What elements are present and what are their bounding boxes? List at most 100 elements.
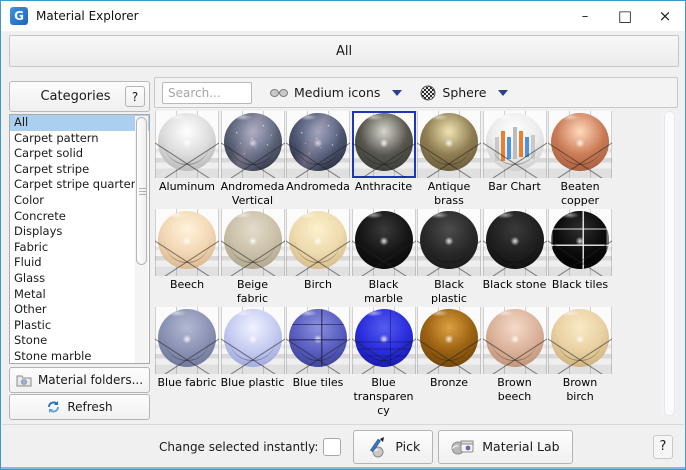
material-cell[interactable]: Blue fabric xyxy=(155,307,219,390)
category-list-item[interactable]: Concrete xyxy=(10,209,149,225)
material-thumbnail xyxy=(220,209,285,276)
materials-toolbar: Medium icons Sphere xyxy=(154,77,678,108)
material-thumbnail xyxy=(351,111,416,178)
material-name: Anthracite xyxy=(354,180,413,193)
close-button[interactable]: × xyxy=(645,1,685,31)
category-list-item[interactable]: Stone xyxy=(10,333,149,349)
material-name: Andromeda xyxy=(286,180,350,193)
material-name: Andromeda Vertical xyxy=(220,180,285,207)
material-thumbnail xyxy=(548,307,612,374)
material-cell[interactable]: Black marble xyxy=(351,209,416,306)
material-cell[interactable]: Antique brass xyxy=(417,111,481,208)
material-thumbnail xyxy=(286,209,350,276)
search-input[interactable] xyxy=(162,81,252,104)
pick-button[interactable]: Pick xyxy=(353,429,434,464)
window-title: Material Explorer xyxy=(36,9,139,23)
pick-label: Pick xyxy=(395,439,421,454)
material-cell[interactable]: Black tiles xyxy=(548,209,612,292)
material-thumbnail xyxy=(155,111,219,178)
material-cell[interactable]: Anthracite xyxy=(351,111,416,194)
material-folders-button[interactable]: Material folders... xyxy=(9,367,150,393)
material-thumbnail xyxy=(482,307,547,374)
footer-bar: Change selected instantly: Pick Material… xyxy=(1,425,685,468)
category-scrollbar-thumb[interactable] xyxy=(135,117,147,265)
category-list-item[interactable]: Plastic xyxy=(10,318,149,334)
material-name: Bar Chart xyxy=(488,180,541,193)
material-thumbnail xyxy=(482,209,547,276)
material-cell[interactable]: Brown beech xyxy=(482,307,547,404)
material-cell[interactable]: Andromeda xyxy=(286,111,350,194)
material-cell[interactable]: Blue transparency xyxy=(351,307,416,418)
material-thumbnail xyxy=(548,111,612,178)
maximize-button[interactable]: □ xyxy=(605,1,645,31)
material-cell[interactable]: Beaten copper xyxy=(548,111,612,208)
material-thumbnail xyxy=(220,307,285,374)
category-list[interactable]: All Carpet pattern Carpet solid Carpet stri… xyxy=(9,114,150,364)
category-list-item[interactable]: All xyxy=(10,115,149,131)
material-cell[interactable]: Black stone xyxy=(482,209,547,292)
material-cell[interactable]: Black plastic xyxy=(417,209,481,306)
material-name: Brown beech xyxy=(497,376,532,403)
glasses-icon xyxy=(270,88,288,97)
material-thumbnail xyxy=(548,209,612,276)
app-logo-icon: G xyxy=(10,7,28,25)
material-cell[interactable]: Beech xyxy=(155,209,219,292)
material-cell[interactable]: Blue tiles xyxy=(286,307,350,390)
material-thumbnail xyxy=(417,307,481,374)
material-cell[interactable]: Brown birch xyxy=(548,307,612,404)
material-cell[interactable]: Blue plastic xyxy=(220,307,285,390)
material-name: Birch xyxy=(304,278,332,291)
preview-shape-dropdown[interactable]: Sphere xyxy=(420,85,509,101)
material-name: Black stone xyxy=(482,278,547,291)
material-cell[interactable]: Aluminum xyxy=(155,111,219,194)
category-list-item[interactable]: Displays xyxy=(10,224,149,240)
category-list-item[interactable]: Carpet stripe xyxy=(10,162,149,178)
icon-size-label: Medium icons xyxy=(294,85,381,100)
materials-scrollbar[interactable] xyxy=(662,111,677,416)
titlebar: G Material Explorer – □ × xyxy=(1,1,685,31)
category-scrollbar[interactable] xyxy=(135,116,148,363)
material-cell[interactable]: Andromeda Vertical xyxy=(220,111,285,208)
category-list-item[interactable]: Color xyxy=(10,193,149,209)
footer-help-button[interactable]: ? xyxy=(653,434,673,459)
material-name: Black tiles xyxy=(551,278,609,291)
category-list-item[interactable]: Fluid xyxy=(10,255,149,271)
current-category-header[interactable]: All xyxy=(9,35,679,67)
materials-grid: Aluminum Andromeda Vertical Andromeda An… xyxy=(155,111,660,418)
materials-scrollbar-thumb[interactable] xyxy=(664,111,675,416)
material-cell[interactable]: Birch xyxy=(286,209,350,292)
instant-change-checkbox[interactable] xyxy=(323,437,342,456)
categories-help-button[interactable]: ? xyxy=(125,86,145,107)
category-list-item[interactable]: Metal xyxy=(10,287,149,303)
folder-icon xyxy=(16,375,32,386)
material-thumbnail xyxy=(155,209,219,276)
icon-size-dropdown[interactable]: Medium icons xyxy=(270,85,403,100)
material-explorer-window: G Material Explorer – □ × All Categories… xyxy=(0,0,686,470)
material-cell[interactable]: Beige fabric xyxy=(220,209,285,306)
category-list-item[interactable]: Carpet stripe quarter xyxy=(10,177,149,193)
chevron-down-icon xyxy=(498,89,509,96)
material-lab-icon xyxy=(451,440,474,454)
category-list-item[interactable]: Carpet solid xyxy=(10,146,149,162)
refresh-button[interactable]: Refresh xyxy=(9,394,150,420)
eyedropper-icon xyxy=(370,436,385,457)
material-lab-button[interactable]: Material Lab xyxy=(438,429,573,464)
category-list-item[interactable]: Other xyxy=(10,302,149,318)
category-list-item[interactable]: Glass xyxy=(10,271,149,287)
category-list-item[interactable]: Stone marble xyxy=(10,349,149,363)
material-name: Antique brass xyxy=(427,180,471,207)
material-cell[interactable]: Bar Chart xyxy=(482,111,547,194)
material-thumbnail xyxy=(286,307,350,374)
minimize-button[interactable]: – xyxy=(565,1,605,31)
category-list-item[interactable]: Fabric xyxy=(10,240,149,256)
categories-header: Categories ? xyxy=(9,81,150,112)
material-lab-label: Material Lab xyxy=(482,439,560,454)
category-list-item[interactable]: Carpet pattern xyxy=(10,131,149,147)
material-thumbnail xyxy=(286,111,350,178)
material-name: Black plastic xyxy=(431,278,467,305)
materials-row: Aluminum Andromeda Vertical Andromeda An… xyxy=(155,111,660,209)
material-cell[interactable]: Bronze xyxy=(417,307,481,390)
material-name: Aluminum xyxy=(159,180,215,193)
refresh-icon xyxy=(48,401,60,413)
scrollbar-grip-icon xyxy=(138,188,146,197)
